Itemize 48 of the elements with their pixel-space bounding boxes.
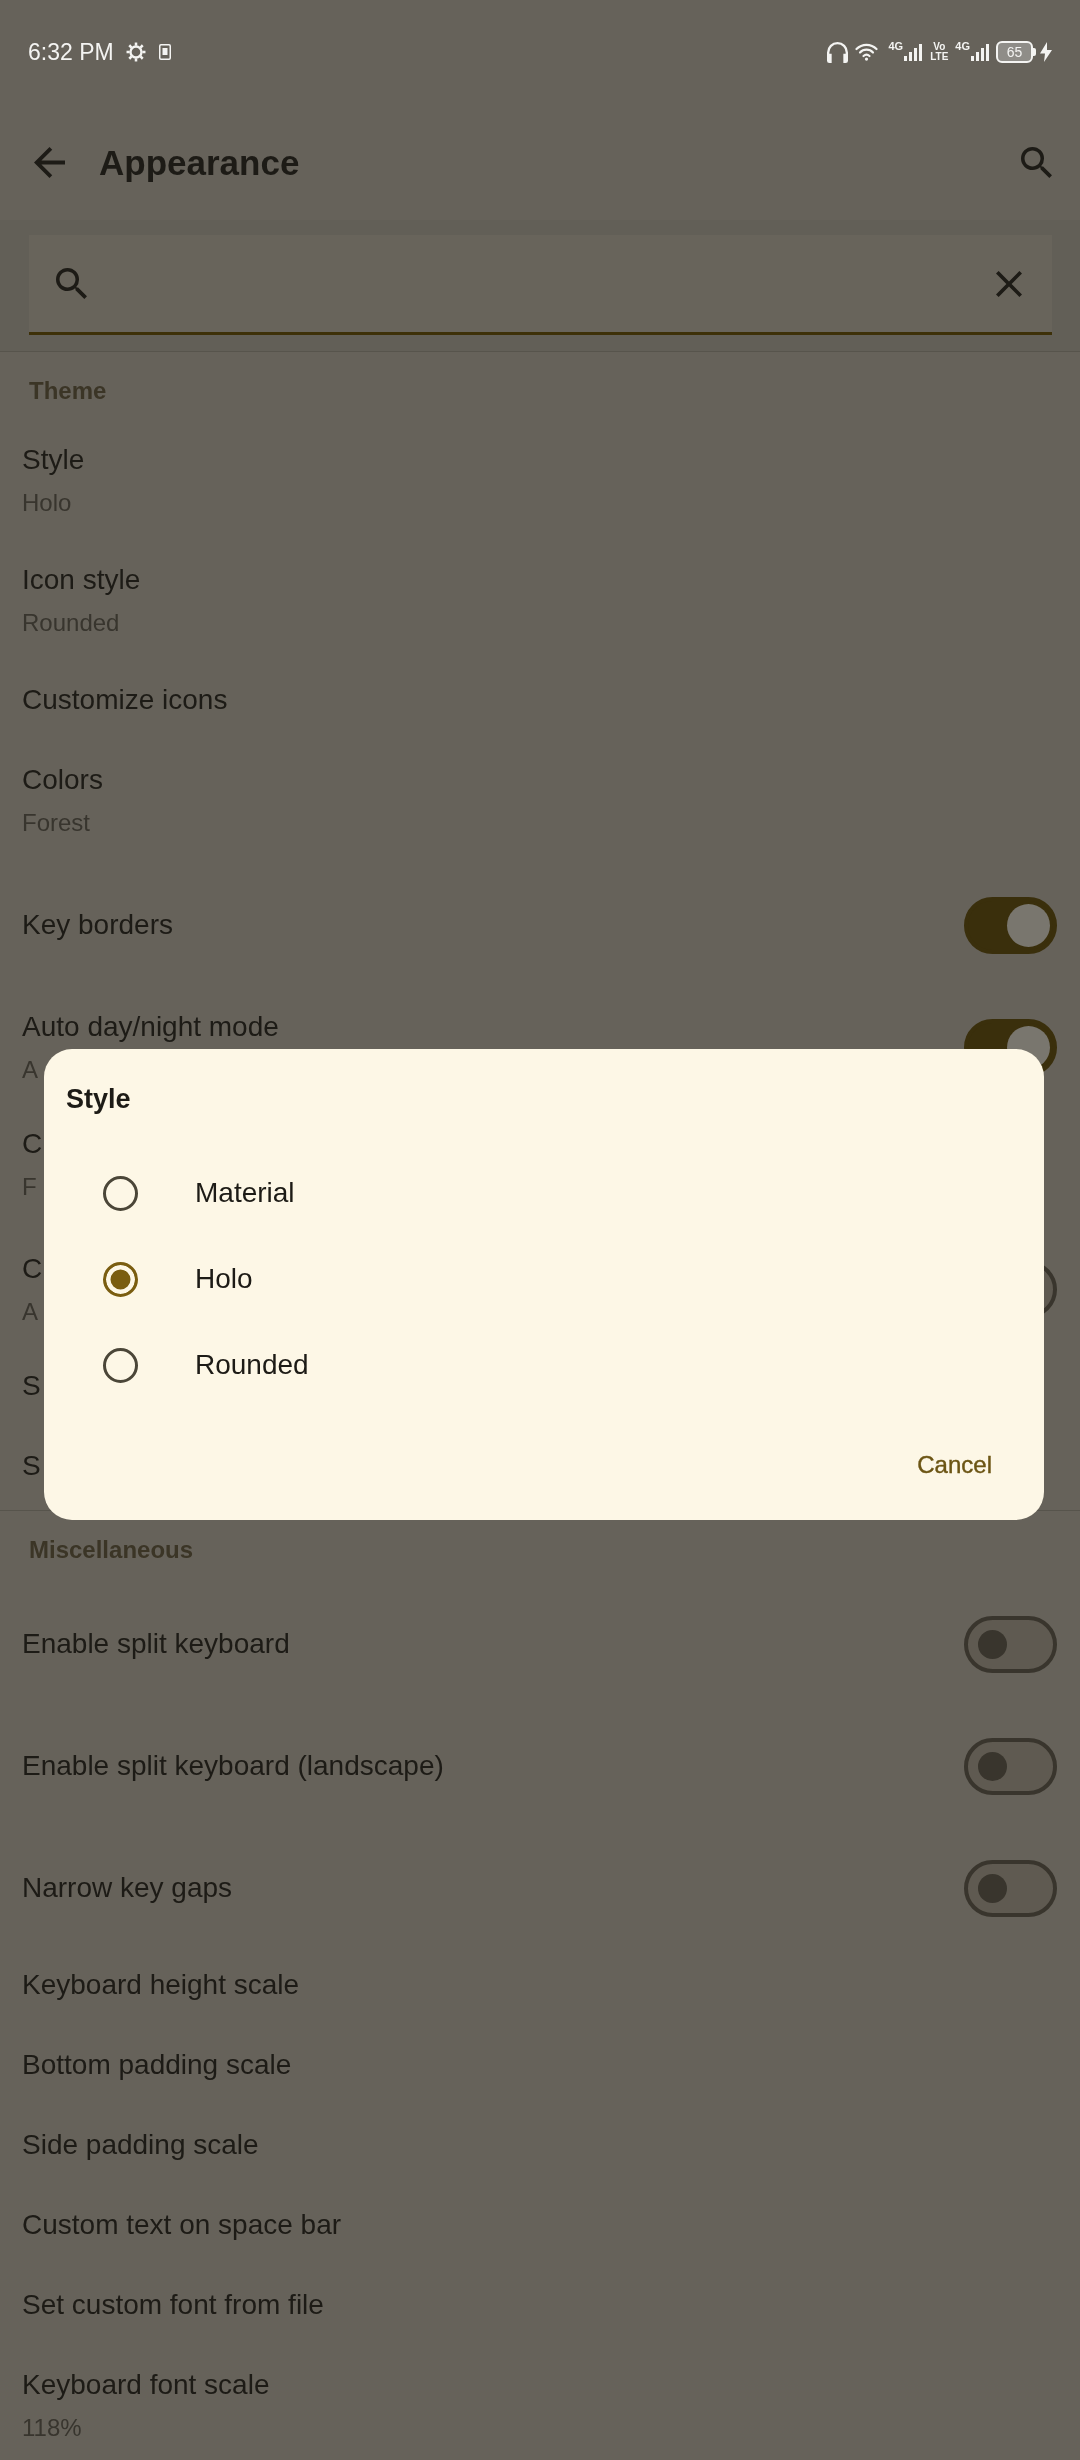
option-label[interactable]: Rounded	[195, 1346, 309, 1384]
toggle-switch[interactable]	[964, 1737, 1057, 1795]
battery-percent: 65	[1006, 45, 1023, 59]
wifi-icon	[855, 43, 879, 61]
setting-label[interactable]: Bottom padding scale	[22, 2046, 292, 2084]
setting-label[interactable]: Side padding scale	[22, 2126, 259, 2164]
setting-label[interactable]: S	[22, 1447, 41, 1485]
radio-button[interactable]	[103, 1261, 138, 1297]
toggle-switch[interactable]	[964, 1859, 1057, 1917]
toggle-switch[interactable]	[964, 896, 1057, 954]
option-label[interactable]: Holo	[195, 1260, 253, 1298]
setting-label[interactable]: Enable split keyboard (landscape)	[22, 1747, 444, 1785]
search-icon[interactable]	[1021, 146, 1052, 178]
close-icon[interactable]	[996, 270, 1022, 297]
signal-icon	[971, 43, 989, 61]
page-title: Appearance	[99, 144, 300, 180]
card-icon	[158, 44, 171, 60]
setting-label[interactable]: Keyboard font scale	[22, 2366, 270, 2404]
setting-label[interactable]: Colors	[22, 761, 103, 799]
network-type-label: 4G	[888, 41, 904, 52]
gear-icon	[125, 42, 146, 62]
setting-label[interactable]: S	[22, 1367, 41, 1405]
setting-label[interactable]: Enable split keyboard	[22, 1625, 290, 1663]
option-label[interactable]: Material	[195, 1174, 295, 1212]
setting-label[interactable]: Style	[22, 441, 85, 479]
clock-time: 6:32 PM	[28, 40, 114, 64]
dialog-title: Style	[66, 1083, 131, 1115]
radio-button[interactable]	[103, 1347, 138, 1383]
radio-button[interactable]	[103, 1175, 138, 1211]
setting-label[interactable]: Auto day/night mode	[22, 1007, 279, 1046]
network-type-label: 4G	[955, 41, 970, 52]
search-icon	[56, 268, 87, 299]
setting-label[interactable]: Custom text on space bar	[22, 2206, 342, 2244]
setting-label[interactable]: C	[22, 1125, 43, 1163]
back-arrow-icon[interactable]	[34, 146, 65, 178]
setting-label[interactable]: Keyboard height scale	[22, 1966, 300, 2004]
signal-icon	[904, 43, 923, 61]
setting-label[interactable]: Key borders	[22, 906, 173, 944]
setting-label[interactable]: Customize icons	[22, 681, 228, 719]
setting-label[interactable]: Set custom font from file	[22, 2286, 324, 2324]
toggle-switch[interactable]	[964, 1615, 1057, 1673]
setting-label[interactable]: Icon style	[22, 561, 141, 599]
setting-label[interactable]: C	[22, 1249, 43, 1288]
search-field[interactable]	[29, 235, 1052, 335]
headphones-icon	[827, 41, 849, 63]
setting-label[interactable]: Narrow key gaps	[22, 1869, 233, 1907]
volte-label: Vo LTE	[930, 42, 949, 62]
cancel-button[interactable]: Cancel	[905, 1437, 1004, 1493]
